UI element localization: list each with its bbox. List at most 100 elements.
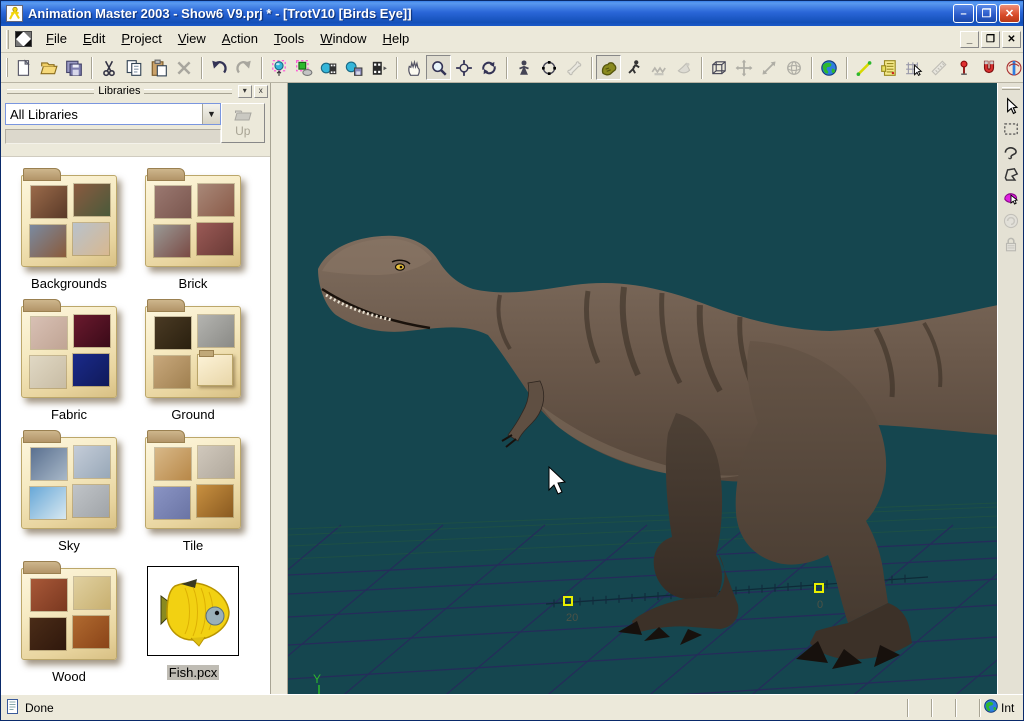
texture-swatch: [154, 225, 190, 257]
panel-close-button[interactable]: x: [254, 85, 268, 98]
texture-swatch: [73, 223, 109, 255]
mdi-minimize-button[interactable]: _: [960, 31, 979, 48]
library-add-button[interactable]: [291, 55, 316, 80]
wireframe-cube-button[interactable]: [706, 55, 731, 80]
library-item-up-button[interactable]: [266, 55, 291, 80]
menu-action[interactable]: Action: [214, 28, 266, 49]
zoom-fit-button[interactable]: [451, 55, 476, 80]
viewport-birds-eye[interactable]: 200: [288, 83, 997, 694]
rotoscope-face-button[interactable]: [1001, 55, 1023, 80]
menu-tools[interactable]: Tools: [266, 28, 312, 49]
library-item-backgrounds[interactable]: Backgrounds: [7, 167, 131, 298]
library-item-fish-pcx[interactable]: Fish.pcx: [131, 560, 255, 691]
folder-icon[interactable]: [21, 175, 117, 267]
earth-icon: [820, 59, 838, 77]
zoom-fit-icon: [455, 59, 473, 77]
library-item-up-icon: [270, 59, 288, 77]
image-thumbnail[interactable]: [147, 566, 239, 656]
library-item-label: Wood: [52, 669, 86, 684]
menu-project[interactable]: Project: [113, 28, 169, 49]
toolstrip-grip[interactable]: [1002, 87, 1020, 90]
library-item-sky[interactable]: Sky: [7, 429, 131, 560]
libraries-panel: Libraries ▾ x All Libraries ▼ Up Backg: [1, 83, 271, 694]
folder-icon[interactable]: [21, 437, 117, 529]
library-item-ground[interactable]: Ground: [131, 298, 255, 429]
muscle-glove-button[interactable]: [596, 55, 621, 80]
path-line-button[interactable]: [851, 55, 876, 80]
menu-view[interactable]: View: [170, 28, 214, 49]
library-item-wood[interactable]: Wood: [7, 560, 131, 691]
key-panel-button[interactable]: [876, 55, 901, 80]
earth-button[interactable]: [816, 55, 841, 80]
undo-button[interactable]: [206, 55, 231, 80]
save-all-button[interactable]: [61, 55, 86, 80]
mdi-close-button[interactable]: ✕: [1002, 31, 1021, 48]
mdi-restore-button[interactable]: ❐: [981, 31, 1000, 48]
texture-swatch: [74, 315, 110, 347]
menu-edit[interactable]: Edit: [75, 28, 113, 49]
chevron-down-icon[interactable]: ▼: [202, 104, 220, 124]
undo-icon: [210, 59, 228, 77]
menubar-grip[interactable]: [6, 30, 9, 49]
texture-swatch: [73, 354, 109, 386]
red-pin-button[interactable]: [951, 55, 976, 80]
folder-icon[interactable]: [145, 437, 241, 529]
library-item-fabric[interactable]: Fabric: [7, 298, 131, 429]
menu-window[interactable]: Window: [312, 28, 374, 49]
copy-icon: [125, 59, 143, 77]
keyframe-marker[interactable]: [564, 597, 572, 605]
folder-icon[interactable]: [145, 306, 241, 398]
group-wand-tool-button[interactable]: [999, 186, 1023, 209]
main-toolbar: A: [1, 53, 1023, 83]
panel-rollup-button[interactable]: ▾: [238, 85, 252, 98]
pan-hand-button[interactable]: [401, 55, 426, 80]
folder-icon[interactable]: [21, 568, 117, 660]
panel-splitter[interactable]: [271, 83, 288, 694]
library-item-tile[interactable]: Tile: [131, 429, 255, 560]
ground-grid: [288, 503, 997, 694]
trex-model[interactable]: [318, 236, 997, 669]
library-to-film-button[interactable]: [316, 55, 341, 80]
library-up-button[interactable]: Up: [221, 103, 265, 143]
libraries-panel-header[interactable]: Libraries ▾ x: [1, 83, 270, 99]
copy-button[interactable]: [121, 55, 146, 80]
marquee-rect-icon: [1002, 120, 1020, 138]
model-sphere-button[interactable]: [536, 55, 561, 80]
paste-button[interactable]: [146, 55, 171, 80]
marquee-rect-tool-button[interactable]: [999, 117, 1023, 140]
new-document-button[interactable]: [11, 55, 36, 80]
polygon-lasso-icon: [1002, 166, 1020, 184]
library-item-label: Brick: [179, 276, 208, 291]
close-button[interactable]: ✕: [999, 4, 1020, 23]
turn-button[interactable]: [476, 55, 501, 80]
zoom-button[interactable]: [426, 55, 451, 80]
texture-swatch: [30, 618, 66, 650]
skeletal-run-button[interactable]: [621, 55, 646, 80]
filmstrip-play-button[interactable]: [366, 55, 391, 80]
texture-swatch: [74, 184, 110, 216]
restore-button[interactable]: ❐: [976, 4, 997, 23]
library-filter-select[interactable]: All Libraries ▼: [5, 103, 221, 125]
polygon-lasso-tool-button[interactable]: [999, 163, 1023, 186]
library-up-label: Up: [235, 124, 250, 138]
wire-globe-icon: [785, 59, 803, 77]
folder-icon[interactable]: [21, 306, 117, 398]
library-save-button[interactable]: [341, 55, 366, 80]
cut-button[interactable]: [96, 55, 121, 80]
skeletal-run-icon: [625, 59, 643, 77]
select-arrow-tool-button[interactable]: [999, 94, 1023, 117]
path-line-icon: [855, 59, 873, 77]
menu-file[interactable]: File: [38, 28, 75, 49]
lasso-tool-button[interactable]: [999, 140, 1023, 163]
folder-icon[interactable]: [145, 175, 241, 267]
library-item-brick[interactable]: Brick: [131, 167, 255, 298]
magnet-button[interactable]: [976, 55, 1001, 80]
library-add-icon: [295, 59, 313, 77]
character-button[interactable]: [511, 55, 536, 80]
open-project-button[interactable]: [36, 55, 61, 80]
minimize-button[interactable]: –: [953, 4, 974, 23]
menu-help[interactable]: Help: [375, 28, 418, 49]
grid-snap-cursor-button[interactable]: [901, 55, 926, 80]
keyframe-marker-label: 20: [566, 612, 578, 624]
toolbar-grip[interactable]: [6, 58, 8, 77]
